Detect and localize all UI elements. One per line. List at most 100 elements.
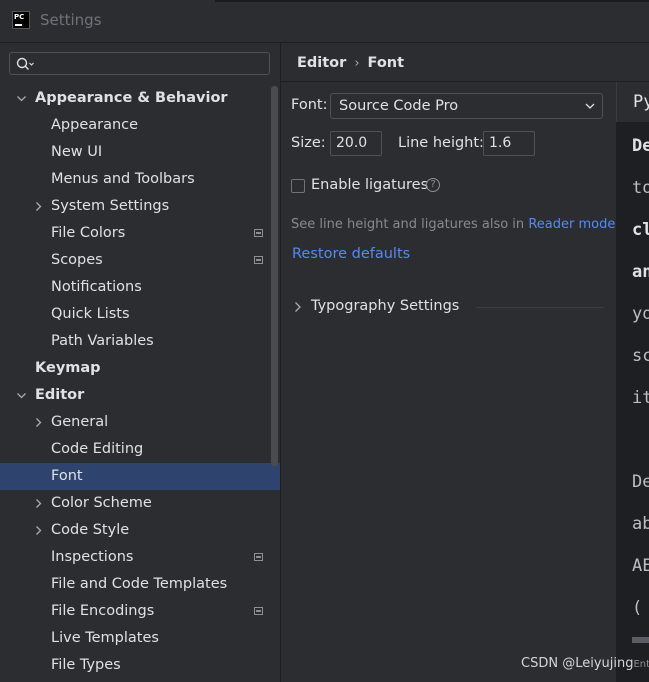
breadcrumb: Editor › Font [297, 55, 404, 71]
preview-line: it [632, 388, 649, 408]
preview-line: AE [632, 556, 649, 576]
chevron-right-icon [295, 302, 301, 312]
font-label: Font: [291, 97, 328, 113]
sidebar-item-notifications[interactable]: Notifications [0, 274, 280, 301]
preview-scrollbar[interactable] [632, 637, 649, 643]
sidebar-item-label: File Colors [51, 225, 126, 241]
preview-line: ( [632, 598, 643, 618]
preview-line: sc [632, 346, 649, 366]
sidebar-item-label: New UI [51, 144, 103, 160]
app-logo-text: PC [14, 13, 25, 21]
top-strip [215, 0, 649, 2]
sidebar-item-editor[interactable]: Editor [0, 382, 280, 409]
font-settings-panel: Editor › Font Font: Source Code Pro Size: … [281, 43, 649, 682]
sidebar-item-general[interactable]: General [0, 409, 280, 436]
search-input[interactable] [40, 54, 264, 75]
sidebar-item-system-settings[interactable]: System Settings [0, 193, 280, 220]
project-level-icon [254, 256, 263, 264]
reader-mode-hint: See line height and ligatures also in Re… [291, 217, 615, 232]
search-icon [16, 57, 34, 70]
chevron-right-icon[interactable] [33, 498, 44, 509]
sidebar-item-label: Keymap [35, 360, 101, 376]
sidebar-item-code-editing[interactable]: Code Editing [0, 436, 280, 463]
line-height-label: Line height: [398, 135, 484, 151]
sidebar-item-file-types[interactable]: File Types [0, 652, 280, 679]
sidebar-item-label: Code Style [51, 522, 130, 538]
sidebar-item-file-colors[interactable]: File Colors [0, 220, 280, 247]
preview-line: yo [632, 304, 649, 324]
sidebar-item-code-style[interactable]: Code Style [0, 517, 280, 544]
chevron-down-icon[interactable] [16, 93, 27, 104]
ligatures-checkbox[interactable] [291, 179, 305, 193]
preview-tab[interactable]: Py [616, 82, 649, 122]
sidebar-item-label: File and Code Templates [51, 576, 228, 592]
line-height-field[interactable]: 1.6 [483, 131, 535, 156]
sidebar-item-label: Scopes [51, 252, 103, 268]
sidebar-item-label: File Encodings [51, 603, 155, 619]
breadcrumb-current: Font [367, 55, 405, 71]
chevron-down-icon[interactable] [16, 390, 27, 401]
sidebar-item-label: Path Variables [51, 333, 154, 349]
sidebar-item-label: Font [51, 468, 83, 484]
hint-text: See line height and ligatures also in [291, 217, 525, 232]
typography-settings-label: Typography Settings [311, 298, 460, 314]
chevron-down-icon [585, 103, 595, 109]
restore-defaults-link[interactable]: Restore defaults [292, 246, 410, 262]
sidebar-item-label: Menus and Toolbars [51, 171, 195, 187]
sidebar-item-label: File Types [51, 657, 121, 673]
reader-mode-link[interactable]: Reader mode [528, 217, 615, 232]
sidebar-item-scopes[interactable]: Scopes [0, 247, 280, 274]
breadcrumb-parent[interactable]: Editor [297, 55, 346, 71]
preview-line: an [632, 262, 649, 282]
sidebar-item-font[interactable]: Font [0, 463, 280, 490]
settings-tree: Appearance & Behavior Appearance New UI Men… [0, 85, 280, 679]
size-label: Size: [291, 135, 326, 151]
section-divider [476, 307, 604, 308]
sidebar-scrollbar[interactable] [271, 86, 278, 466]
breadcrumb-divider [281, 81, 649, 82]
search-box[interactable] [9, 52, 270, 75]
preview-tab-label: Py [633, 92, 649, 112]
sidebar-item-appearance-and-behavior[interactable]: Appearance & Behavior [0, 85, 280, 112]
chevron-right-icon[interactable] [33, 417, 44, 428]
help-icon[interactable]: ? [426, 178, 440, 192]
window-title: Settings [40, 11, 102, 29]
sidebar-item-path-variables[interactable]: Path Variables [0, 328, 280, 355]
title-bar: PC Settings [0, 0, 649, 43]
sidebar-item-label: Quick Lists [51, 306, 130, 322]
sidebar-item-label: Editor [35, 387, 85, 403]
chevron-right-icon[interactable] [33, 201, 44, 212]
sidebar-item-label: Inspections [51, 549, 134, 565]
sidebar-item-inspections[interactable]: Inspections [0, 544, 280, 571]
sidebar-item-label: Appearance [51, 117, 139, 133]
sidebar-item-keymap[interactable]: Keymap [0, 355, 280, 382]
sidebar-item-label: Notifications [51, 279, 142, 295]
chevron-right-icon[interactable] [33, 525, 44, 536]
project-level-icon [254, 229, 263, 237]
sidebar-item-label: Appearance & Behavior [35, 90, 228, 106]
typography-settings-section[interactable]: Typography Settings [291, 298, 605, 320]
sidebar-item-appearance[interactable]: Appearance [0, 112, 280, 139]
font-preview[interactable]: De to cl an yo sc it De ab AE ( [616, 82, 649, 682]
pycharm-logo-icon: PC [12, 11, 30, 29]
sidebar-item-color-scheme[interactable]: Color Scheme [0, 490, 280, 517]
font-dropdown-value: Source Code Pro [339, 98, 459, 114]
breadcrumb-separator: › [354, 56, 360, 71]
preview-line: De [632, 136, 649, 156]
ligatures-label[interactable]: Enable ligatures [311, 177, 428, 193]
size-field[interactable]: 20.0 [330, 131, 382, 156]
sidebar-item-file-encodings[interactable]: File Encodings [0, 598, 280, 625]
sidebar-item-label: Color Scheme [51, 495, 152, 511]
watermark-tail: Ent [633, 659, 649, 670]
watermark: CSDN @LeiyujingEnt [521, 656, 649, 671]
sidebar-item-live-templates[interactable]: Live Templates [0, 625, 280, 652]
sidebar-item-new-ui[interactable]: New UI [0, 139, 280, 166]
sidebar-item-label: System Settings [51, 198, 170, 214]
sidebar-item-menus-and-toolbars[interactable]: Menus and Toolbars [0, 166, 280, 193]
sidebar-item-label: General [51, 414, 109, 430]
sidebar-item-file-and-code-templates[interactable]: File and Code Templates [0, 571, 280, 598]
watermark-text: CSDN @Leiyujing [521, 656, 634, 671]
preview-line: ab [632, 514, 649, 534]
font-dropdown[interactable]: Source Code Pro [330, 93, 603, 119]
sidebar-item-quick-lists[interactable]: Quick Lists [0, 301, 280, 328]
